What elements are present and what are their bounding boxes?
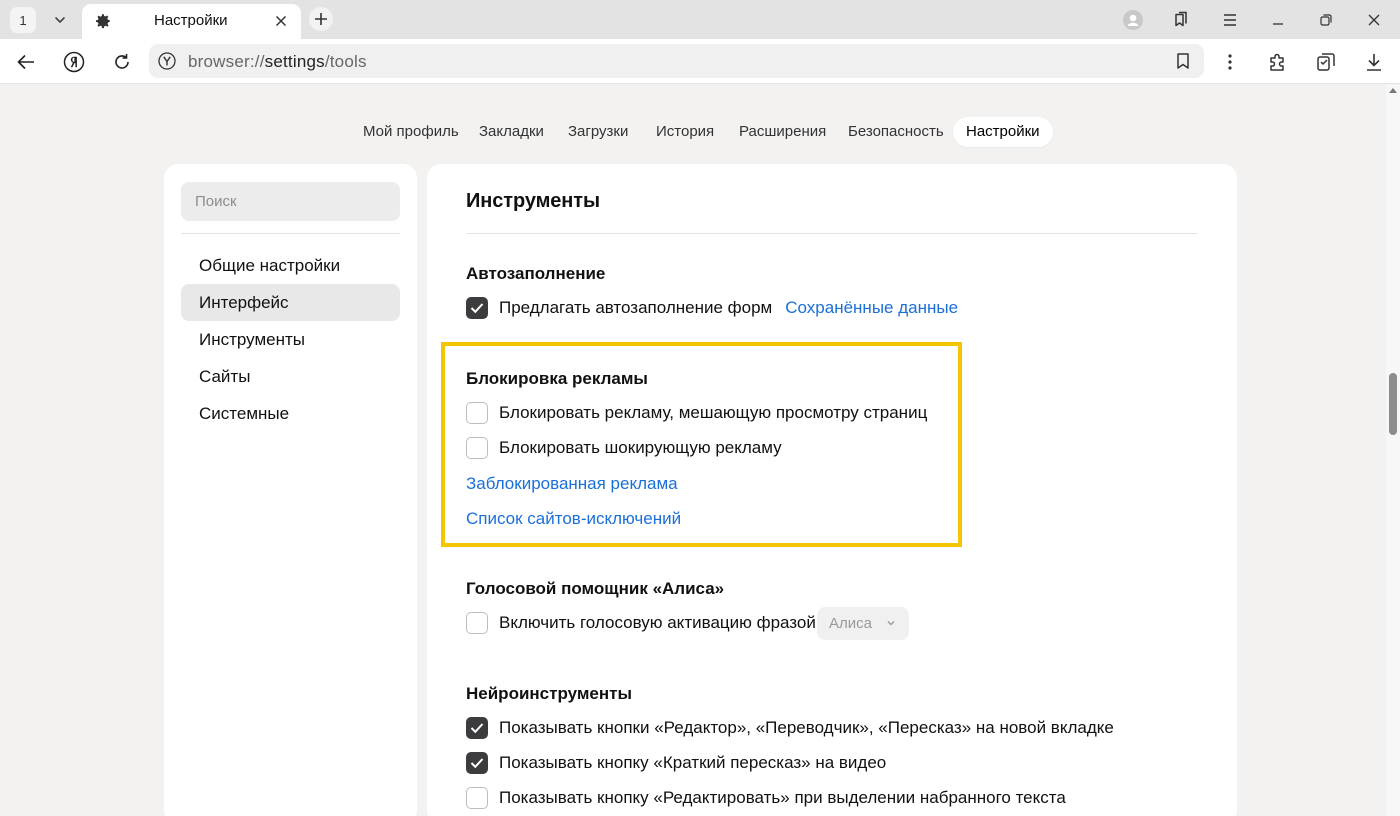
adblock-highlight-frame	[441, 342, 962, 547]
back-button[interactable]	[13, 49, 39, 75]
new-tab-button[interactable]	[309, 7, 333, 31]
voice-activation-checkbox[interactable]	[466, 612, 488, 634]
activation-phrase-value: Алиса	[829, 615, 872, 632]
minimize-button[interactable]	[1265, 7, 1291, 33]
checkmark-icon	[470, 758, 484, 769]
minimize-icon	[1273, 23, 1283, 25]
sidebar-item-interface[interactable]: Интерфейс	[181, 284, 400, 321]
autofill-checkbox[interactable]	[466, 297, 488, 319]
tab-title: Настройки	[154, 12, 228, 29]
title-divider	[466, 233, 1197, 234]
collections-button[interactable]	[1168, 7, 1194, 33]
menu-icon	[1224, 14, 1236, 26]
restore-icon	[1320, 14, 1332, 26]
tabs-dropdown-button[interactable]	[45, 5, 75, 35]
alice-option-row: Включить голосовую активацию фразой	[466, 611, 816, 635]
neuro-buttons-checkbox[interactable]	[466, 717, 488, 739]
reload-button[interactable]	[109, 49, 135, 75]
saved-data-link[interactable]: Сохранённые данные	[785, 298, 958, 318]
bookmark-icon[interactable]	[1174, 52, 1192, 70]
window-close-icon	[1368, 14, 1380, 26]
tabs-icon	[1317, 53, 1335, 71]
page-scrollbar[interactable]	[1386, 85, 1400, 816]
plus-icon	[315, 13, 327, 25]
autofill-option-label: Предлагать автозаполнение форм	[499, 298, 773, 317]
chevron-down-icon	[55, 17, 65, 24]
nav-extensions[interactable]: Расширения	[739, 117, 826, 147]
alice-section-title: Голосовой помощник «Алиса»	[466, 579, 725, 598]
url-input[interactable]: browser://settings/tools	[149, 44, 1204, 78]
settings-sidebar: Поиск Общие настройки Интерфейс Инструме…	[164, 164, 417, 816]
nav-settings[interactable]: Настройки	[953, 117, 1053, 147]
neuro-option-row: Показывать кнопки «Редактор», «Переводчи…	[466, 716, 1114, 740]
extensions-icon	[1270, 53, 1284, 71]
more-button[interactable]	[1217, 49, 1243, 75]
download-icon	[1367, 54, 1381, 71]
scroll-up-arrow[interactable]	[1389, 88, 1397, 93]
browser-menu-button[interactable]	[1217, 7, 1243, 33]
page-title: Инструменты	[466, 190, 600, 212]
video-summary-checkbox[interactable]	[466, 752, 488, 774]
site-info-icon	[158, 52, 176, 70]
nav-history[interactable]: История	[656, 117, 714, 147]
downloads-button[interactable]	[1361, 49, 1387, 75]
nav-security[interactable]: Безопасность	[848, 117, 944, 147]
profile-button[interactable]	[1120, 7, 1146, 33]
tab-strip: 1 Настройки	[0, 0, 1400, 39]
sidebar-item-sites[interactable]: Сайты	[181, 358, 400, 395]
sidebar-item-general[interactable]: Общие настройки	[181, 247, 400, 284]
yandex-logo-icon	[63, 51, 85, 73]
scroll-thumb[interactable]	[1389, 373, 1397, 435]
settings-top-nav: Мой профиль Закладки Загрузки История Ра…	[0, 117, 1400, 147]
search-placeholder: Поиск	[195, 193, 237, 210]
autofill-option-row: Предлагать автозаполнение форм Сохранённ…	[466, 296, 958, 320]
settings-search-input[interactable]: Поиск	[181, 182, 400, 221]
nav-my-profile[interactable]: Мой профиль	[363, 117, 459, 147]
url-path: /tools	[324, 52, 367, 71]
close-icon	[275, 15, 287, 27]
sidebar-item-tools[interactable]: Инструменты	[181, 321, 400, 358]
tab-count-label: 1	[19, 12, 27, 28]
neuro-buttons-label: Показывать кнопки «Редактор», «Переводчи…	[499, 718, 1114, 737]
back-icon	[17, 54, 34, 70]
restore-button[interactable]	[1313, 7, 1339, 33]
nav-bookmarks[interactable]: Закладки	[479, 117, 544, 147]
yandex-button[interactable]	[61, 49, 87, 75]
autofill-section-title: Автозаполнение	[466, 264, 606, 283]
tab-close-button[interactable]	[271, 11, 291, 31]
window-close-button[interactable]	[1361, 7, 1387, 33]
more-icon	[1228, 54, 1232, 70]
sidebar-divider	[181, 233, 400, 234]
video-summary-label: Показывать кнопку «Краткий пересказ» на …	[499, 753, 887, 772]
reload-icon	[115, 54, 129, 69]
chevron-down-icon	[887, 621, 895, 626]
collections-icon	[1175, 11, 1187, 27]
checkmark-icon	[470, 303, 484, 314]
url-host: settings	[264, 52, 325, 71]
extensions-button[interactable]	[1265, 49, 1291, 75]
tab-count-button[interactable]: 1	[10, 7, 36, 33]
checkmark-icon	[470, 723, 484, 734]
url-prefix: browser://	[188, 52, 265, 71]
neuro-section-title: Нейроинструменты	[466, 684, 632, 703]
sidebar-item-system[interactable]: Системные	[181, 395, 400, 432]
nav-downloads[interactable]: Загрузки	[568, 117, 628, 147]
voice-activation-label: Включить голосовую активацию фразой	[499, 613, 816, 632]
activation-phrase-select[interactable]: Алиса	[817, 607, 909, 640]
url-text: browser://settings/tools	[188, 52, 367, 72]
address-bar: browser://settings/tools	[0, 39, 1400, 84]
profile-icon	[1123, 10, 1143, 30]
tab-settings[interactable]: Настройки	[82, 4, 301, 39]
gear-icon	[96, 14, 110, 29]
edit-button-label: Показывать кнопку «Редактировать» при вы…	[499, 788, 1066, 807]
tabs-panel-button[interactable]	[1313, 49, 1339, 75]
edit-button-checkbox[interactable]	[466, 787, 488, 809]
neuro-option-row: Показывать кнопку «Редактировать» при вы…	[466, 786, 1066, 810]
neuro-option-row: Показывать кнопку «Краткий пересказ» на …	[466, 751, 886, 775]
